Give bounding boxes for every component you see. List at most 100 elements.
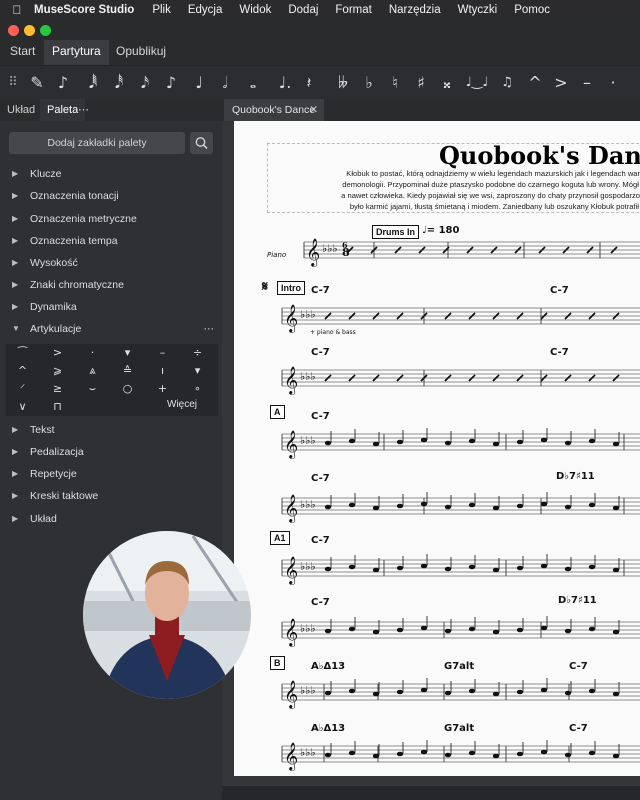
staff-systems[interactable]: 𝄞 ♭♭♭ 86𝄞 ♭♭♭𝄞 ♭♭♭𝄞 ♭♭♭𝄞 ♭♭♭𝄞 ♭♭♭𝄞 ♭♭♭𝄞 ♭♭♭𝄞 ♭♭♭ [234, 121, 640, 776]
menu-plugins[interactable]: Wtyczki [458, 4, 498, 16]
soft-accent-articulation[interactable]: ⌣ [76, 380, 109, 398]
palette-item-pitch[interactable]: ▶ Wysokość [0, 252, 222, 274]
chord-symbol[interactable]: C-7 [311, 411, 330, 422]
harmonic-articulation[interactable]: ○ [111, 380, 144, 398]
rehearsal-mark-a1[interactable]: A1 [270, 531, 290, 545]
chord-symbol[interactable]: G7alt [444, 723, 474, 734]
palette-item-clefs[interactable]: ▶ Klucze [0, 163, 222, 185]
marcato-tenuto-articulation[interactable]: ≙ [111, 362, 144, 380]
wedge-articulation[interactable]: ▾ [181, 362, 214, 380]
rehearsal-mark-a[interactable]: A [270, 405, 285, 419]
palette-item-time-signatures[interactable]: ▶ Oznaczenia metryczne [0, 208, 222, 230]
chord-symbol[interactable]: G7alt [444, 661, 474, 672]
accent-tenuto-articulation[interactable]: ≥ [41, 380, 74, 398]
chord-symbol[interactable]: C-7 [311, 535, 330, 546]
chord-symbol[interactable]: C-7 [311, 285, 330, 296]
palette-item-barlines[interactable]: ▶ Kreski taktowe [0, 485, 222, 507]
augmentation-dot-icon[interactable]: ♩. [272, 66, 298, 100]
palette-item-text[interactable]: ▶ Tekst [0, 419, 222, 441]
palette-item-dynamics[interactable]: ▶ Dynamika [0, 296, 222, 318]
marcato-articulation[interactable]: ^ [6, 362, 39, 380]
tab-score[interactable]: Partytura [44, 40, 109, 67]
menu-help[interactable]: Pomoc [514, 4, 550, 16]
palette-item-accidentals[interactable]: ▶ Znaki chromatyczne [0, 274, 222, 296]
more-articulations-button[interactable]: Więcej [167, 399, 197, 410]
search-button[interactable] [190, 132, 213, 154]
staff-text[interactable]: + piano & bass [310, 329, 356, 336]
tenuto-icon[interactable]: – [574, 66, 600, 100]
stress-articulation[interactable]: ı [146, 362, 179, 380]
tie-icon[interactable]: ♩‿♩ [464, 66, 490, 100]
flat-icon[interactable]: ♭ [356, 66, 382, 100]
drag-handle-icon[interactable]: ⠿ [0, 66, 26, 100]
note-input-mode-icon[interactable]: ♪ [50, 66, 76, 100]
double-flat-icon[interactable]: 𝄫 [330, 66, 356, 100]
score-canvas[interactable]: Quobook's Dance Kłobuk to postać, którą … [222, 121, 640, 786]
up-bow-articulation[interactable]: ∨ [6, 398, 39, 416]
accent-staccato-articulation[interactable]: ⩾ [41, 362, 74, 380]
tab-layout[interactable]: Układ [0, 99, 42, 121]
accent-icon[interactable]: > [548, 66, 574, 100]
menu-file[interactable]: Plik [152, 4, 171, 16]
palette-item-layout[interactable]: ▶ Układ [0, 508, 222, 530]
chord-symbol[interactable]: C-7 [311, 473, 330, 484]
chord-symbol[interactable]: A♭Δ13 [311, 661, 345, 672]
instrument-label[interactable]: Piano [267, 251, 286, 259]
note-whole-icon[interactable]: 𝅝 [240, 66, 266, 100]
drums-in-text[interactable]: Drums In [372, 225, 420, 239]
natural-icon[interactable]: ♮ [382, 66, 408, 100]
rehearsal-intro[interactable]: Intro [277, 281, 305, 295]
accent-articulation[interactable]: > [41, 344, 74, 362]
palette-section-more-icon[interactable]: ⋯ [204, 318, 215, 340]
menu-add[interactable]: Dodaj [288, 4, 318, 16]
zoom-window-button[interactable] [40, 25, 51, 36]
score-page[interactable]: Quobook's Dance Kłobuk to postać, którą … [234, 121, 640, 776]
tempo-marking[interactable]: ♩= 180 [422, 225, 459, 236]
down-bow-articulation[interactable]: ⊓ [41, 398, 74, 416]
note-64th-icon[interactable]: 𝅘𝅥𝅱 [80, 66, 106, 100]
close-window-button[interactable] [8, 25, 19, 36]
note-half-icon[interactable]: 𝅗𝅥 [212, 66, 238, 100]
note-eighth-icon[interactable]: ♪ [158, 66, 184, 100]
chord-symbol[interactable]: C-7 [311, 347, 330, 358]
snap-pizz-articulation[interactable]: ∘ [181, 380, 214, 398]
chord-symbol[interactable]: C-7 [550, 285, 569, 296]
palette-item-pedal[interactable]: ▶ Pedalizacja [0, 441, 222, 463]
apple-icon[interactable]:  [0, 3, 34, 17]
staccato-stroke-articulation[interactable]: ⸍ [6, 380, 39, 398]
chord-symbol[interactable]: D♭7♯11 [556, 471, 595, 482]
note-32nd-icon[interactable]: 𝅘𝅥𝅰 [106, 66, 132, 100]
tenuto-articulation[interactable]: – [146, 344, 179, 362]
staccatissimo-articulation[interactable]: ▾ [111, 344, 144, 362]
chord-symbol[interactable]: A♭Δ13 [311, 723, 345, 734]
chord-symbol[interactable]: D♭7♯11 [558, 595, 597, 606]
palette-item-key-signatures[interactable]: ▶ Oznaczenia tonacji [0, 185, 222, 207]
rehearsal-mark-b[interactable]: B [270, 656, 285, 670]
slur-articulation[interactable]: ⁀ [6, 344, 39, 362]
palette-item-articulations[interactable]: ▼ Artykulacje ⋯ [0, 318, 222, 340]
app-name[interactable]: MuseScore Studio [34, 4, 134, 16]
menu-view[interactable]: Widok [239, 4, 271, 16]
pencil-icon[interactable]: ✎ [24, 66, 50, 100]
palette-item-tempo[interactable]: ▶ Oznaczenia tempa [0, 230, 222, 252]
menu-format[interactable]: Format [335, 4, 371, 16]
staccato-icon[interactable]: · [600, 66, 626, 100]
slur-icon[interactable]: ♫ [494, 66, 520, 100]
marcato-staccato-articulation[interactable]: ⩓ [76, 362, 109, 380]
tab-start[interactable]: Start [2, 40, 43, 65]
menu-edit[interactable]: Edycja [188, 4, 223, 16]
minimize-window-button[interactable] [24, 25, 35, 36]
add-palette-button[interactable]: Dodaj zakładki palety [9, 132, 185, 154]
tab-publish[interactable]: Opublikuj [108, 40, 174, 65]
rest-icon[interactable]: 𝄽 [296, 66, 322, 100]
marcato-icon[interactable]: ^ [522, 66, 548, 100]
chord-symbol[interactable]: C-7 [550, 347, 569, 358]
sharp-icon[interactable]: ♯ [408, 66, 434, 100]
palette-item-repeats[interactable]: ▶ Repetycje [0, 463, 222, 485]
chord-symbol[interactable]: C-7 [569, 723, 588, 734]
segno-symbol[interactable]: 𝄋 [262, 279, 268, 295]
document-tab[interactable]: Quobook's Dance ✕ [224, 99, 324, 121]
menu-tools[interactable]: Narzędzia [389, 4, 441, 16]
panel-more-icon[interactable]: ⋯ [74, 99, 93, 121]
chord-symbol[interactable]: C-7 [569, 661, 588, 672]
